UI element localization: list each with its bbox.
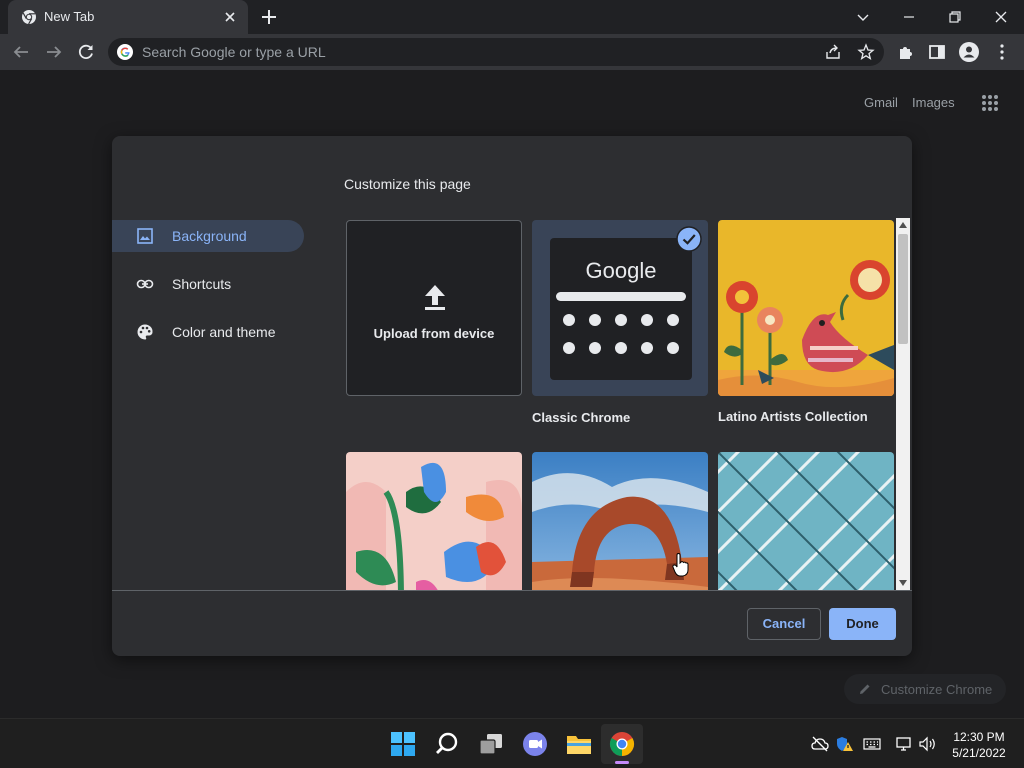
taskbar-clock-time[interactable]: 12:30 PM [946,730,1012,744]
link-icon [136,279,154,289]
share-icon[interactable] [824,43,842,61]
upload-label: Upload from device [373,326,495,341]
sidebar-item-background[interactable]: Background [112,220,304,252]
preview-shortcut-dot [615,342,627,354]
preview-shortcut-dot [641,314,653,326]
preview-shortcut-dot [563,342,575,354]
cloud-offline-icon[interactable] [811,736,829,752]
google-apps-grid-icon[interactable] [981,94,999,112]
customize-chrome-button[interactable]: Customize Chrome [844,674,1006,704]
file-explorer-icon[interactable] [566,731,592,757]
classic-chrome-tile[interactable]: Google [532,220,708,396]
chrome-favicon-icon [22,10,36,25]
sidebar-item-label: Shortcuts [172,276,232,292]
classic-chrome-preview: Google [550,238,692,380]
google-g-icon [117,44,133,60]
selected-check-icon [676,226,702,252]
customize-chrome-label: Customize Chrome [881,682,993,697]
minimize-icon[interactable] [898,6,920,28]
address-bar-placeholder: Search Google or type a URL [142,44,326,60]
hand-cursor-icon [672,553,689,577]
close-window-icon[interactable] [990,6,1012,28]
dialog-footer-divider [112,590,912,591]
scroll-thumb[interactable] [898,234,908,344]
side-panel-icon[interactable] [926,41,948,63]
sidebar-item-label: Background [172,228,247,244]
sidebar-item-label: Color and theme [172,324,276,340]
keyboard-icon[interactable] [863,736,881,752]
windows-start-icon[interactable] [390,731,416,757]
preview-shortcut-dot [589,342,601,354]
sidebar-item-color-and-theme[interactable]: Color and theme [112,316,304,348]
tab-close-icon[interactable] [222,9,238,25]
latino-artists-collection-tile[interactable] [718,220,894,396]
preview-shortcut-dot [667,342,679,354]
customize-dialog: Customize this page Background Shortcuts [112,136,912,656]
glass-architecture-photo [718,452,894,590]
image-icon [137,228,153,244]
background-grid: Upload from device Google Classic Chrome… [346,220,894,590]
floral-artwork [346,452,522,590]
chrome-taskbar-icon[interactable] [609,731,635,757]
teams-chat-icon[interactable] [522,731,548,757]
grid-scrollbar[interactable] [896,218,910,590]
title-bar: New Tab [0,0,1024,34]
preview-shortcut-dot [641,342,653,354]
preview-shortcut-dot [615,314,627,326]
sidebar-item-shortcuts[interactable]: Shortcuts [112,268,304,300]
back-arrow-icon[interactable] [10,41,32,63]
more-menu-icon[interactable] [991,41,1013,63]
tab-search-chevron-icon[interactable] [852,6,874,28]
dialog-title: Customize this page [344,176,471,192]
address-bar[interactable]: Search Google or type a URL [108,38,884,66]
preview-shortcut-dot [563,314,575,326]
chrome-running-indicator [615,761,629,764]
preview-search-bar [556,292,686,301]
task-view-icon[interactable] [478,731,504,757]
new-tab-page: Gmail Images Customize this page Backgro… [0,70,1024,718]
upload-icon [425,285,445,310]
classic-chrome-label: Classic Chrome [532,410,631,425]
network-icon[interactable] [895,736,913,752]
browser-toolbar: Search Google or type a URL [0,34,1024,70]
extensions-puzzle-icon[interactable] [895,41,917,63]
upload-from-device-tile[interactable]: Upload from device [346,220,522,396]
reload-icon[interactable] [75,41,97,63]
new-tab-plus-icon[interactable] [260,8,278,26]
palette-icon [137,324,153,340]
images-link[interactable]: Images [912,95,955,110]
preview-shortcut-dot [589,314,601,326]
volume-icon[interactable] [919,736,937,752]
cancel-button[interactable]: Cancel [747,608,821,640]
tab-title: New Tab [44,9,95,24]
pencil-icon [860,684,870,694]
tab-new-tab[interactable]: New Tab [8,0,248,34]
scroll-down-arrow-icon[interactable] [899,580,907,586]
done-button[interactable]: Done [829,608,896,640]
latino-artists-artwork [718,220,894,396]
gmail-link[interactable]: Gmail [864,95,898,110]
windows-taskbar: 12:30 PM 5/21/2022 [0,718,1024,768]
glass-architecture-tile[interactable] [718,452,894,590]
latino-artists-label: Latino Artists Collection [718,409,868,424]
scroll-up-arrow-icon[interactable] [899,222,907,228]
restore-icon[interactable] [944,6,966,28]
google-wordmark: Google [585,258,657,283]
taskbar-clock-date[interactable]: 5/21/2022 [946,746,1012,760]
preview-shortcut-dot [667,314,679,326]
profile-avatar-icon[interactable] [958,41,980,63]
bookmark-star-icon[interactable] [857,43,875,61]
search-icon[interactable] [434,731,460,757]
floral-art-tile[interactable] [346,452,522,590]
security-warning-icon[interactable] [836,736,854,752]
forward-arrow-icon[interactable] [43,41,65,63]
